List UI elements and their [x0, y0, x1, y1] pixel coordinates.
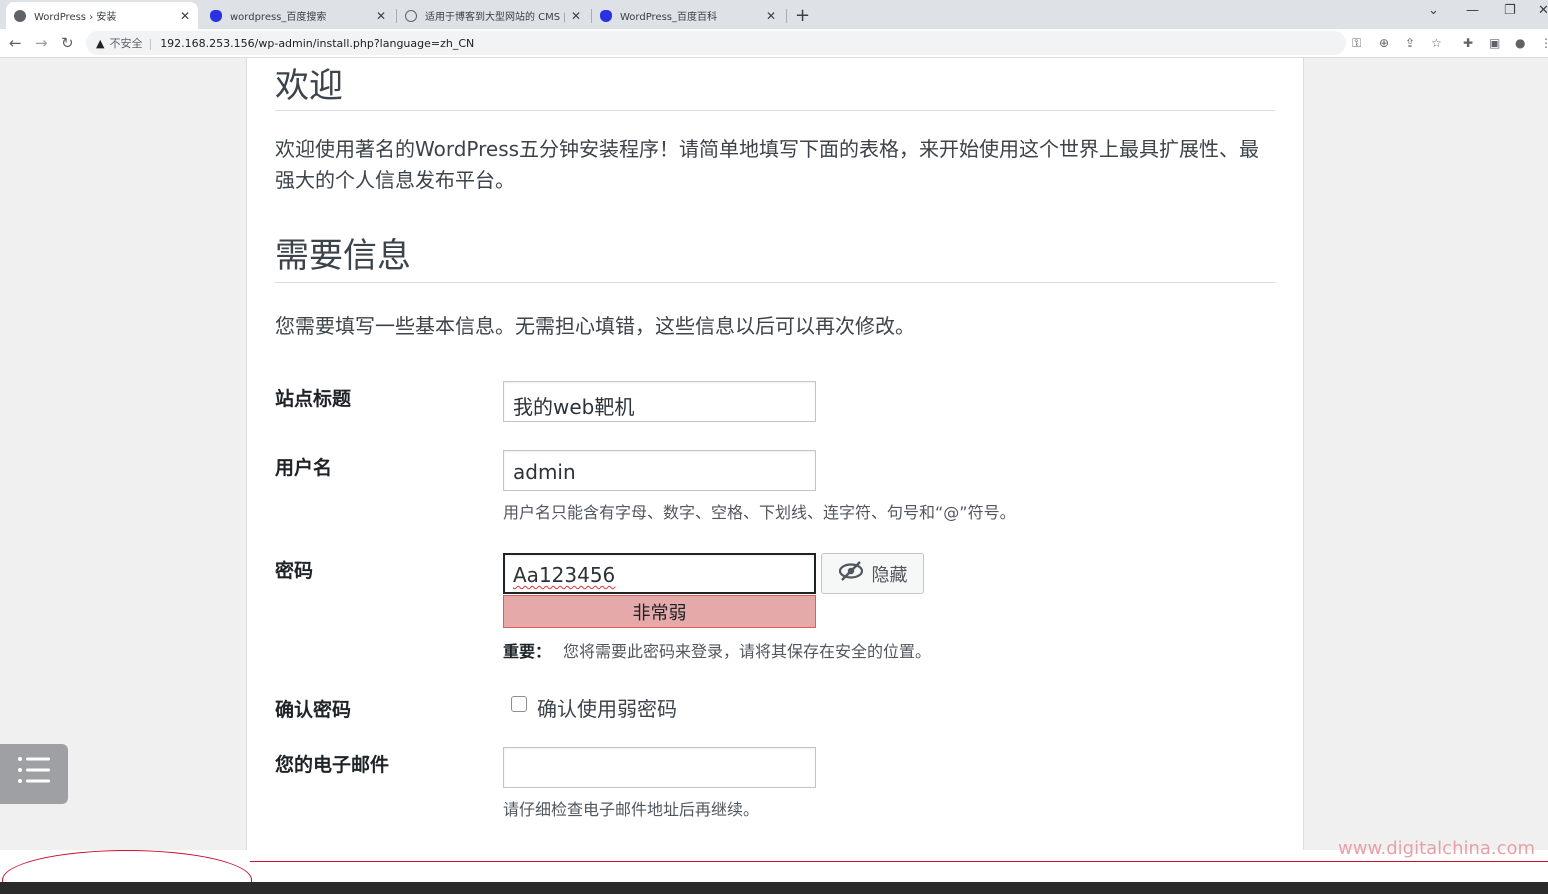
- welcome-text: 欢迎使用著名的WordPress五分钟安装程序！请简单地填写下面的表格，来开始使…: [275, 137, 1260, 192]
- tab-search-icon[interactable]: ⌄: [1428, 3, 1439, 18]
- important-label: 重要：: [503, 642, 552, 661]
- back-icon[interactable]: ←: [9, 34, 22, 52]
- password-hint-text: 您将需要此密码来登录，请将其保存在安全的位置。: [563, 642, 932, 661]
- divider: |: [148, 36, 153, 50]
- email-input[interactable]: [503, 747, 816, 788]
- tab-title: wordpress_百度搜索: [230, 12, 327, 23]
- menu-icon[interactable]: ⋮: [1540, 36, 1548, 50]
- url-text[interactable]: 192.168.253.156/wp-admin/install.php?lan…: [160, 37, 474, 50]
- password-hint: 重要： 您将需要此密码来登录，请将其保存在安全的位置。: [503, 638, 931, 662]
- key-icon[interactable]: ⚿: [1352, 36, 1361, 51]
- taskbar-strip: [0, 882, 1548, 894]
- welcome-heading: 欢迎: [275, 66, 343, 106]
- username-input[interactable]: admin: [503, 450, 816, 491]
- forward-icon[interactable]: →: [35, 34, 48, 52]
- tab-separator: [786, 9, 787, 23]
- reload-icon[interactable]: ↻: [61, 34, 74, 52]
- confirm-weak-password-label[interactable]: 确认使用弱密码: [537, 693, 677, 722]
- floating-menu-button[interactable]: [0, 744, 68, 804]
- window-close-icon[interactable]: ✕: [1538, 3, 1548, 18]
- zoom-icon[interactable]: ⊕: [1379, 36, 1389, 50]
- site-title-input[interactable]: 我的web靶机: [503, 381, 816, 422]
- side-panel-icon[interactable]: ▣: [1489, 36, 1500, 50]
- install-card: 欢迎 欢迎使用著名的WordPress五分钟安装程序！请简单地填写下面的表格，来…: [246, 58, 1304, 850]
- tab-baidu-search[interactable]: wordpress_百度搜索 ✕: [202, 2, 394, 29]
- close-icon[interactable]: ✕: [766, 9, 776, 23]
- password-strength-meter: 非常弱: [503, 595, 816, 628]
- info-heading: 需要信息: [275, 236, 411, 276]
- divider: [275, 110, 1275, 111]
- restore-icon[interactable]: ❐: [1504, 3, 1516, 18]
- wordpress-icon: [405, 9, 417, 22]
- address-bar[interactable]: ▲ 不安全 | 192.168.253.156/wp-admin/install…: [86, 31, 1346, 55]
- tab-wordpress-install[interactable]: WordPress › 安装 ✕: [6, 2, 198, 29]
- wordpress-icon: [14, 9, 26, 22]
- confirm-password-label: 确认密码: [275, 699, 352, 721]
- security-label[interactable]: 不安全: [109, 35, 142, 51]
- minimize-icon[interactable]: —: [1466, 3, 1479, 18]
- tab-title: WordPress › 安装: [34, 12, 117, 23]
- site-title-label: 站点标题: [275, 388, 352, 410]
- tab-strip: WordPress › 安装 ✕ wordpress_百度搜索 ✕ 适用于博客到…: [0, 0, 1548, 29]
- divider: [275, 282, 1275, 283]
- info-text: 您需要填写一些基本信息。无需担心填错，这些信息以后可以再次修改。: [275, 314, 915, 338]
- share-icon[interactable]: ⇪: [1405, 36, 1415, 50]
- hide-button-label: 隐藏: [871, 564, 908, 586]
- password-input[interactable]: Aa123456: [503, 553, 816, 594]
- new-tab-icon[interactable]: +: [795, 5, 810, 26]
- username-label: 用户名: [275, 457, 333, 479]
- tab-baidu-baike[interactable]: WordPress_百度百科 ✕: [592, 2, 784, 29]
- profile-icon[interactable]: ●: [1515, 36, 1525, 50]
- tab-wordpress-org[interactable]: 适用于博客到大型网站的 CMS | ✕: [397, 2, 589, 29]
- confirm-weak-password-checkbox[interactable]: [511, 696, 527, 712]
- hide-password-button[interactable]: 隐藏: [821, 553, 924, 594]
- close-icon[interactable]: ✕: [180, 9, 190, 23]
- list-icon: [16, 754, 52, 795]
- username-hint: 用户名只能含有字母、数字、空格、下划线、连字符、句号和“@”符号。: [503, 503, 1016, 522]
- password-label: 密码: [275, 560, 314, 582]
- tab-title: WordPress_百度百科: [620, 12, 718, 23]
- email-hint: 请仔细检查电子邮件地址后再继续。: [503, 800, 760, 819]
- extensions-icon[interactable]: ✚: [1463, 36, 1473, 50]
- star-icon[interactable]: ☆: [1431, 36, 1442, 50]
- browser-toolbar: ← → ↻ ▲ 不安全 | 192.168.253.156/wp-admin/i…: [0, 29, 1548, 58]
- baidu-icon: [210, 9, 222, 22]
- password-value: Aa123456: [513, 563, 616, 587]
- tab-title: 适用于博客到大型网站的 CMS |: [425, 12, 565, 23]
- close-icon[interactable]: ✕: [571, 9, 581, 23]
- eye-slash-icon: [838, 560, 864, 587]
- page-viewport: 欢迎 欢迎使用著名的WordPress五分钟安装程序！请简单地填写下面的表格，来…: [0, 58, 1548, 850]
- email-label: 您的电子邮件: [275, 754, 390, 776]
- baidu-icon: [600, 9, 612, 22]
- watermark: www.digitalchina.com: [1338, 838, 1536, 859]
- warning-icon[interactable]: ▲: [96, 37, 104, 50]
- decorative-line: [250, 861, 1548, 862]
- close-icon[interactable]: ✕: [376, 9, 386, 23]
